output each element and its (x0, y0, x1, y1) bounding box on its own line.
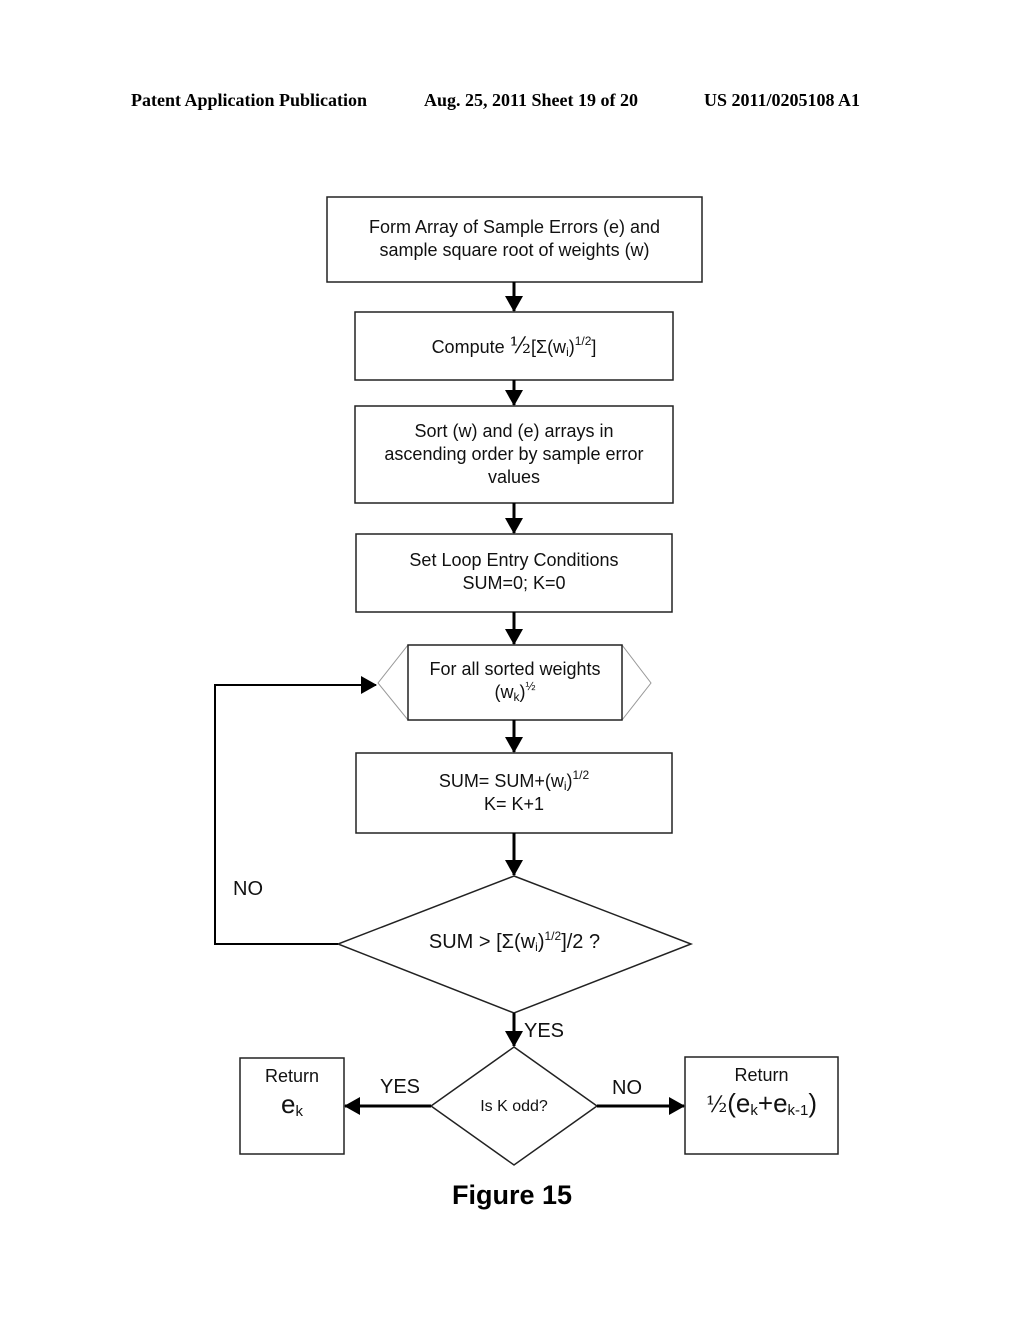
sort-text: Sort (w) and (e) arrays in ascending ord… (355, 420, 673, 489)
compute-sup: 1/2 (574, 334, 592, 348)
for-all-line1: For all sorted weights (429, 659, 601, 679)
sort-line3: values (487, 467, 541, 487)
figure-caption: Figure 15 (451, 1180, 573, 1210)
loop-entry-text: Set Loop Entry Conditions SUM=0; K=0 (356, 549, 672, 595)
form-array-text: Form Array of Sample Errors (e) and samp… (327, 216, 702, 262)
edge-label-odd-no: NO (612, 1077, 642, 1099)
edge-label-sum-yes: YES (524, 1020, 565, 1042)
compute-text: Compute ½[Σ(wi)1/2] (355, 335, 673, 359)
return-avg-value: ½(ek+ek-1) (685, 1087, 838, 1122)
return-ek-sub: k (295, 1103, 303, 1120)
for-all-sup: ½ (525, 679, 536, 693)
return-ek-title: Return (264, 1066, 320, 1086)
compute-prefix: Compute (431, 337, 510, 357)
odd-decision-text: Is K odd? (431, 1095, 597, 1118)
form-array-line1: Form Array of Sample Errors (e) and (368, 217, 661, 237)
edge-label-loop-no: NO (233, 878, 263, 900)
sum-decision-sup: 1/2 (544, 929, 562, 943)
for-all-text: For all sorted weights (wk)½ (408, 658, 622, 704)
sum-decision-close: ) (537, 931, 545, 953)
form-array-line2: sample square root of weights (w) (379, 240, 650, 260)
sum-update-line1: SUM= SUM+(wi)1/2 (356, 768, 672, 793)
loop-back-line (214, 676, 377, 945)
edge-label-odd-yes: YES (380, 1076, 421, 1098)
return-avg-close: ) (808, 1088, 818, 1118)
return-avg-title: Return (734, 1065, 789, 1085)
compute-end: ] (591, 337, 597, 357)
return-avg-text: Return ½(ek+ek-1) (685, 1064, 838, 1122)
sum-decision-text: SUM > [Σ(wi)1/2]/2 ? (338, 929, 691, 954)
return-avg-sub1: k (750, 1102, 758, 1119)
sum-update-line2: K= K+1 (483, 794, 545, 814)
return-avg-half: ½ (705, 1093, 728, 1118)
return-ek-base: e (281, 1089, 296, 1119)
for-all-line2: (wk)½ (408, 679, 622, 704)
for-all-base: (w (494, 682, 514, 702)
sum-decision-end: ]/2 ? (561, 931, 601, 953)
loop-entry-line2: SUM=0; K=0 (462, 573, 566, 593)
return-ek-value: ek (240, 1088, 344, 1120)
compute-open: [Σ(w (530, 337, 567, 357)
return-avg-open: (e (727, 1088, 751, 1118)
return-avg-sub2: k-1 (787, 1102, 809, 1119)
sort-line2: ascending order by sample error (384, 444, 644, 464)
odd-decision-label: Is K odd? (480, 1098, 548, 1115)
sum-update-sup: 1/2 (572, 768, 590, 782)
sum-update-text: SUM= SUM+(wi)1/2 K= K+1 (356, 768, 672, 816)
compute-half: ½ (509, 334, 531, 359)
sum-update-base: SUM= SUM+(w (438, 771, 564, 791)
return-avg-plus: +e (757, 1088, 788, 1118)
sort-line1: Sort (w) and (e) arrays in (414, 421, 614, 441)
loop-entry-line1: Set Loop Entry Conditions (409, 550, 619, 570)
sum-decision-base: SUM > [Σ(w (428, 931, 536, 953)
return-ek-text: Return ek (240, 1065, 344, 1120)
